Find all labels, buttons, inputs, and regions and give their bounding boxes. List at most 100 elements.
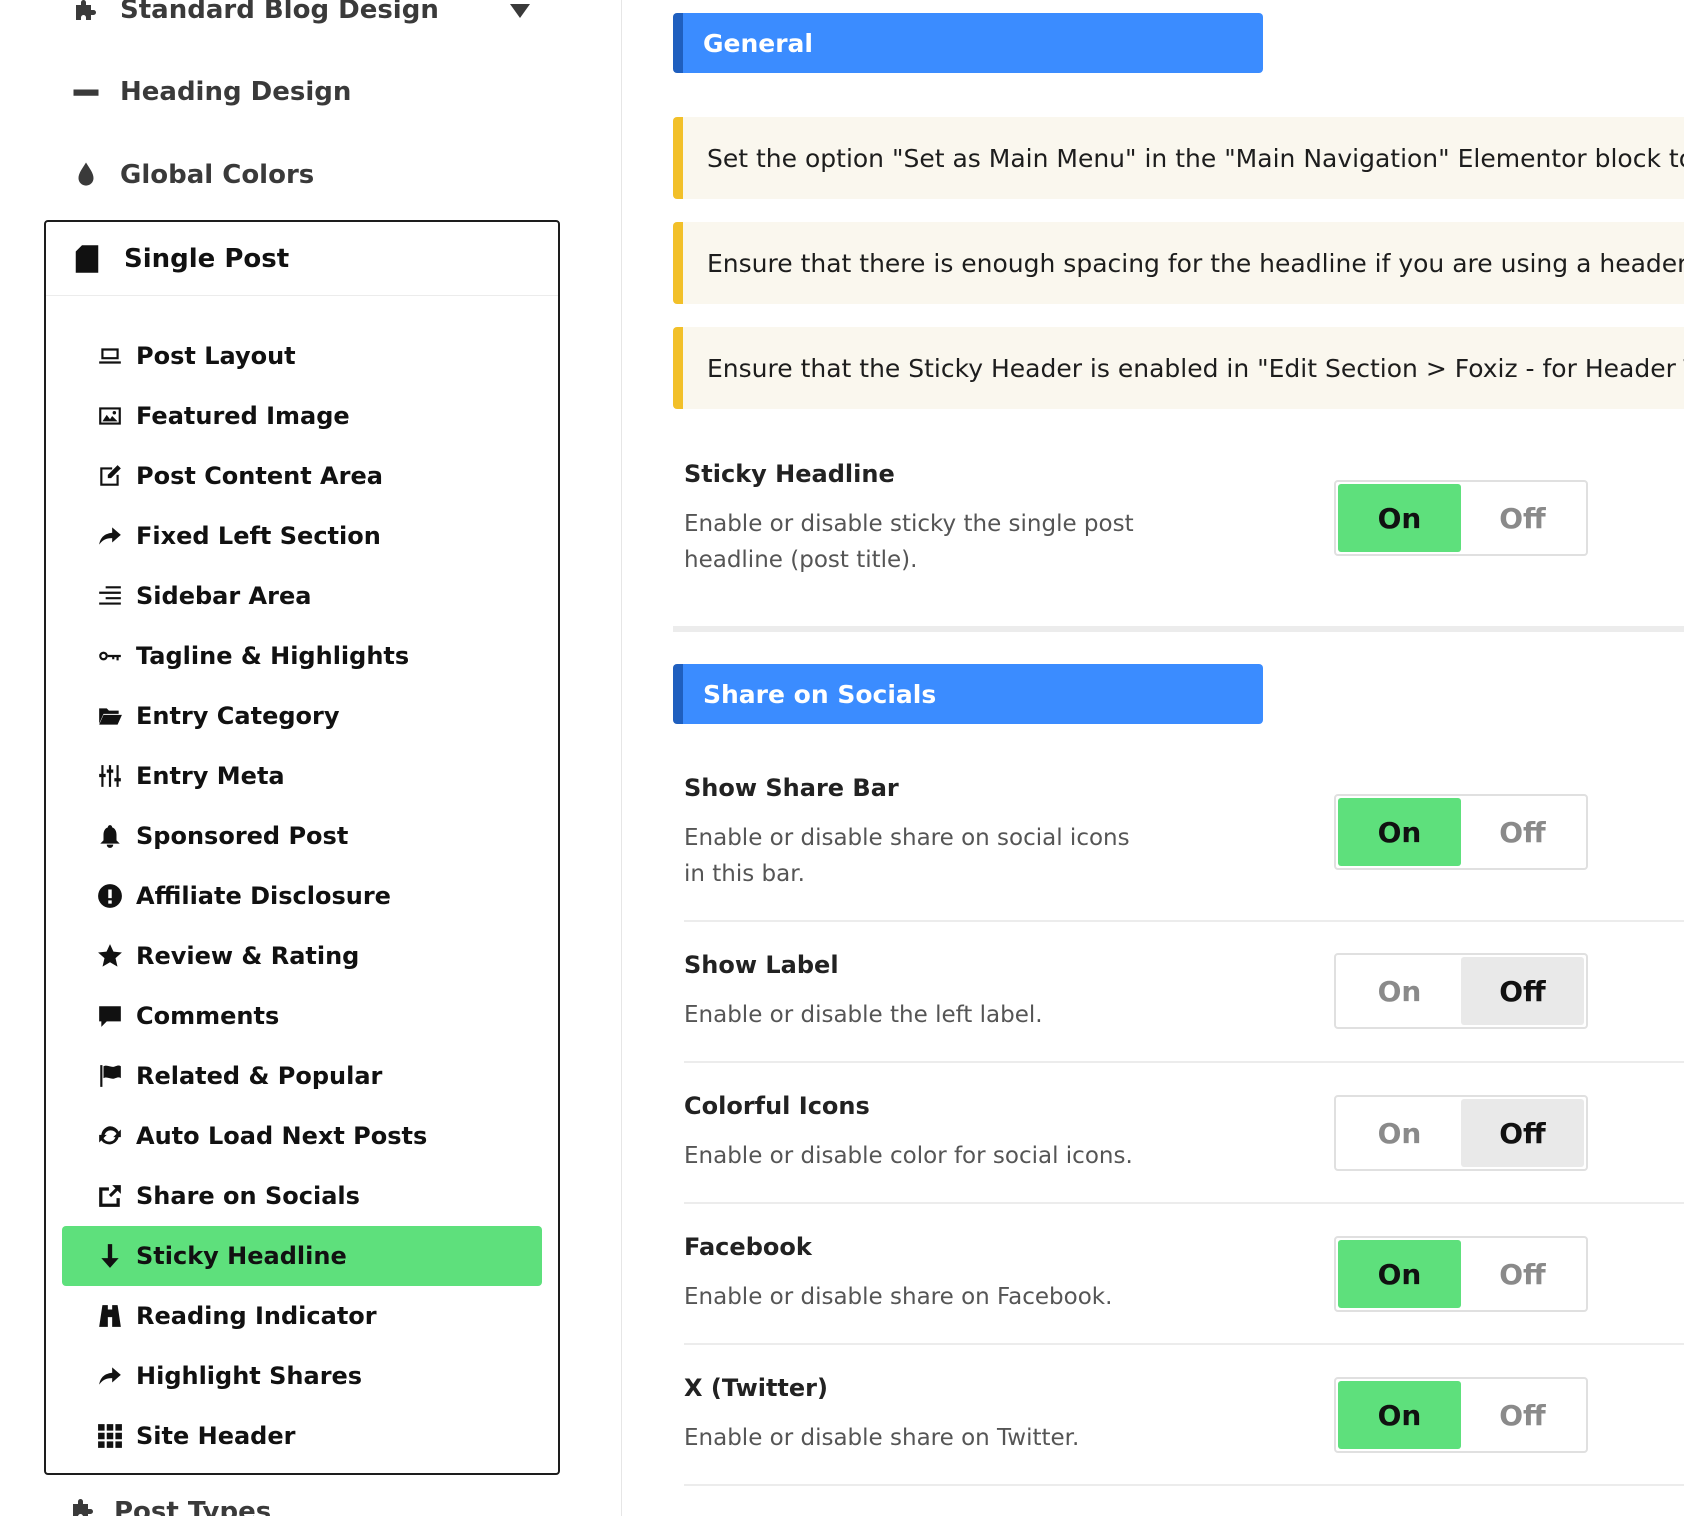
sidebar-item-related-popular[interactable]: Related & Popular <box>62 1046 542 1106</box>
sidebar-item-sidebar-area[interactable]: Sidebar Area <box>62 566 542 626</box>
sidebar-item-label: Entry Category <box>136 702 340 730</box>
option-title: Show Share Bar <box>684 774 899 802</box>
toggle-on-button[interactable]: On <box>1338 1099 1461 1167</box>
sidebar-item-label: Sticky Headline <box>136 1242 347 1270</box>
sidebar-item-label: Post Content Area <box>136 462 383 490</box>
sliders-icon <box>96 762 124 790</box>
minus-icon <box>68 74 104 110</box>
document-icon <box>70 242 104 276</box>
option-description: Enable or disable share on social icons … <box>684 825 1130 887</box>
settings-main-panel: General Set the option "Set as Main Menu… <box>623 0 1684 1516</box>
toggle-on-button[interactable]: On <box>1338 798 1461 866</box>
x-twitter-toggle[interactable]: On Off <box>1334 1377 1588 1453</box>
facebook-toggle[interactable]: On Off <box>1334 1236 1588 1312</box>
sidebar-item-label: Global Colors <box>120 160 315 190</box>
sidebar-item-label: Sponsored Post <box>136 822 349 850</box>
notice-main-menu: Set the option "Set as Main Menu" in the… <box>673 117 1684 199</box>
option-divider <box>684 1484 1684 1486</box>
sidebar-item-share-on-socials[interactable]: Share on Socials <box>62 1166 542 1226</box>
sidebar-item-post-types[interactable]: Post Types <box>68 1492 271 1516</box>
sidebar-sub-list: Post Layout Featured Image Post Content … <box>62 326 542 1466</box>
laptop-icon <box>96 342 124 370</box>
flag-icon <box>96 1062 124 1090</box>
sidebar-item-featured-image[interactable]: Featured Image <box>62 386 542 446</box>
sidebar-item-label: Heading Design <box>120 77 352 107</box>
show-share-bar-toggle[interactable]: On Off <box>1334 794 1588 870</box>
sidebar-item-post-layout[interactable]: Post Layout <box>62 326 542 386</box>
option-divider <box>684 1061 1684 1063</box>
puzzle-icon <box>68 1494 114 1516</box>
option-divider <box>684 1202 1684 1204</box>
toggle-on-button[interactable]: On <box>1338 1240 1461 1308</box>
share-arrow-icon <box>96 522 124 550</box>
edit-icon <box>96 462 124 490</box>
sidebar-item-site-header[interactable]: Site Header <box>62 1406 542 1466</box>
option-title: Colorful Icons <box>684 1092 870 1120</box>
sidebar-item-review-rating[interactable]: Review & Rating <box>62 926 542 986</box>
notice-sticky-header: Ensure that the Sticky Header is enabled… <box>673 327 1684 409</box>
sidebar-item-highlight-shares[interactable]: Highlight Shares <box>62 1346 542 1406</box>
sidebar-item-affiliate-disclosure[interactable]: Affiliate Disclosure <box>62 866 542 926</box>
sidebar-group-single-post: Single Post Post Layout Featured Image P… <box>44 220 560 1475</box>
sidebar-item-sponsored-post[interactable]: Sponsored Post <box>62 806 542 866</box>
toggle-off-button[interactable]: Off <box>1461 484 1584 552</box>
sidebar-item-label: Reading Indicator <box>136 1302 377 1330</box>
refresh-icon <box>96 1122 124 1150</box>
colorful-icons-toggle[interactable]: On Off <box>1334 1095 1588 1171</box>
toggle-off-button[interactable]: Off <box>1461 798 1584 866</box>
option-description: Enable or disable share on Facebook. <box>684 1284 1113 1310</box>
settings-sidebar: Standard Blog Design Heading Design Glob… <box>0 0 622 1516</box>
section-header-general: General <box>673 13 1263 73</box>
sidebar-item-sticky-headline[interactable]: Sticky Headline <box>62 1226 542 1286</box>
sidebar-item-post-content-area[interactable]: Post Content Area <box>62 446 542 506</box>
sidebar-item-reading-indicator[interactable]: Reading Indicator <box>62 1286 542 1346</box>
sidebar-item-tagline-highlights[interactable]: Tagline & Highlights <box>62 626 542 686</box>
sidebar-item-heading-design[interactable]: Heading Design <box>68 72 351 112</box>
sidebar-item-label: Featured Image <box>136 402 350 430</box>
sidebar-item-label: Review & Rating <box>136 942 360 970</box>
sidebar-item-comments[interactable]: Comments <box>62 986 542 1046</box>
share-arrow-icon <box>96 1362 124 1390</box>
show-label-toggle[interactable]: On Off <box>1334 953 1588 1029</box>
toggle-on-button[interactable]: On <box>1338 1381 1461 1449</box>
image-icon <box>96 402 124 430</box>
sidebar-item-auto-load-next-posts[interactable]: Auto Load Next Posts <box>62 1106 542 1166</box>
chevron-down-icon[interactable] <box>508 2 532 26</box>
toggle-off-button[interactable]: Off <box>1461 1099 1584 1167</box>
sidebar-item-label: Fixed Left Section <box>136 522 381 550</box>
toggle-off-button[interactable]: Off <box>1461 1240 1584 1308</box>
sidebar-group-title: Single Post <box>124 243 290 274</box>
external-share-icon <box>96 1182 124 1210</box>
align-right-icon <box>96 582 124 610</box>
folder-icon <box>96 702 124 730</box>
option-title: Facebook <box>684 1233 812 1261</box>
sidebar-item-label: Highlight Shares <box>136 1362 363 1390</box>
key-icon <box>96 642 124 670</box>
sidebar-item-label: Comments <box>136 1002 280 1030</box>
section-header-share-on-socials: Share on Socials <box>673 664 1263 724</box>
toggle-off-button[interactable]: Off <box>1461 957 1584 1025</box>
option-description: Enable or disable sticky the single post… <box>684 511 1134 573</box>
sidebar-item-label: Standard Blog Design <box>120 0 439 25</box>
option-description: Enable or disable share on Twitter. <box>684 1425 1080 1451</box>
sticky-headline-toggle[interactable]: On Off <box>1334 480 1588 556</box>
binoculars-icon <box>96 1302 124 1330</box>
sidebar-item-label: Tagline & Highlights <box>136 642 410 670</box>
puzzle-icon <box>68 0 104 28</box>
sidebar-group-header[interactable]: Single Post <box>46 222 558 296</box>
sidebar-item-entry-category[interactable]: Entry Category <box>62 686 542 746</box>
notice-headline-spacing: Ensure that there is enough spacing for … <box>673 222 1684 304</box>
sidebar-item-global-colors[interactable]: Global Colors <box>68 155 314 195</box>
sidebar-item-entry-meta[interactable]: Entry Meta <box>62 746 542 806</box>
toggle-on-button[interactable]: On <box>1338 957 1461 1025</box>
sidebar-item-label: Post Layout <box>136 342 296 370</box>
sidebar-item-standard-blog-design[interactable]: Standard Blog Design <box>68 0 439 30</box>
drop-icon <box>68 157 104 193</box>
alert-icon <box>96 882 124 910</box>
toggle-off-button[interactable]: Off <box>1461 1381 1584 1449</box>
sidebar-item-fixed-left-section[interactable]: Fixed Left Section <box>62 506 542 566</box>
option-description: Enable or disable the left label. <box>684 1002 1043 1028</box>
toggle-on-button[interactable]: On <box>1338 484 1461 552</box>
grid-icon <box>96 1422 124 1450</box>
sidebar-item-label: Post Types <box>114 1497 272 1516</box>
